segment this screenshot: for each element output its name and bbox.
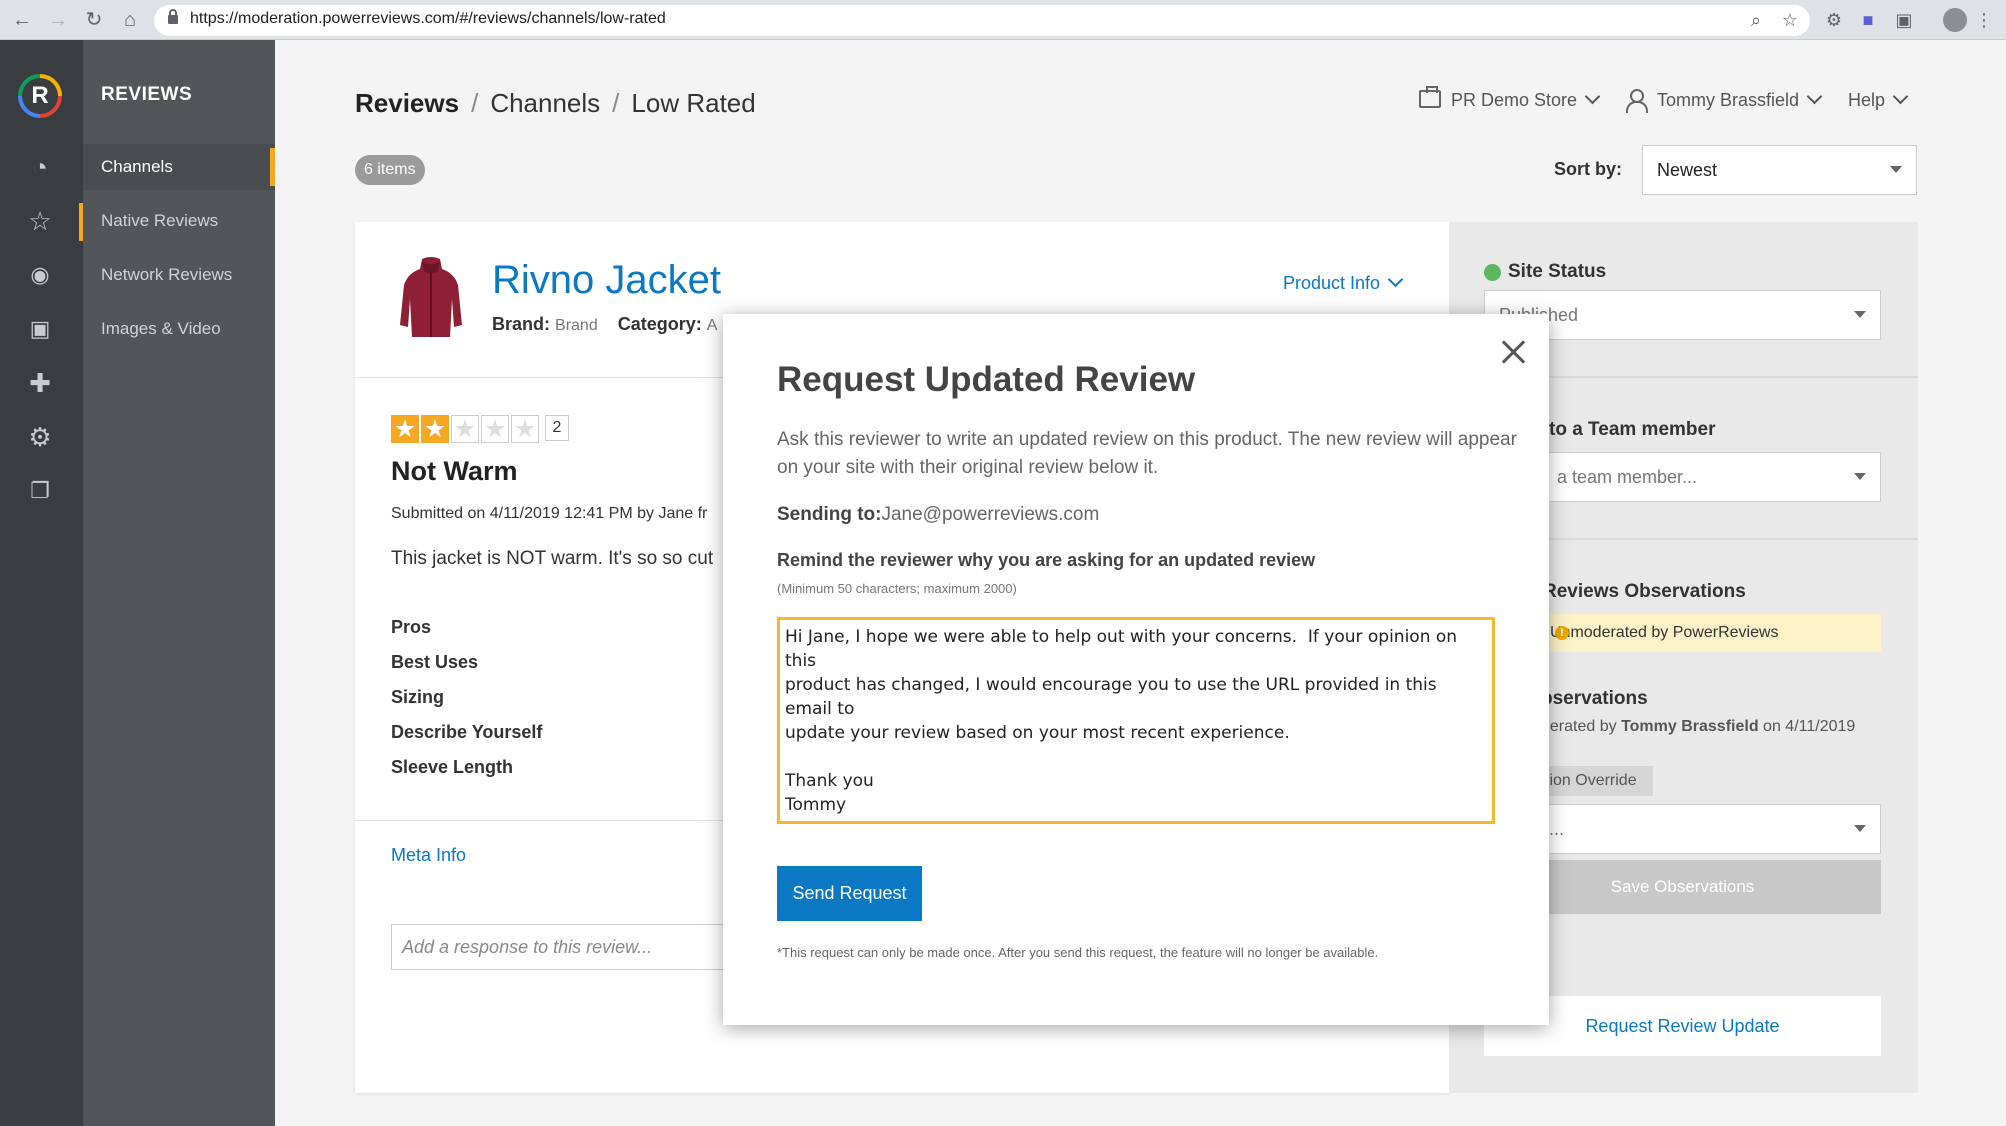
url-text: https://moderation.powerreviews.com/#/re… (190, 10, 666, 27)
product-thumbnail (400, 257, 462, 337)
caret-down-icon (1854, 473, 1866, 480)
star-icon[interactable]: ☆ (22, 203, 58, 239)
assign-label: to a Team member (1549, 419, 1716, 440)
home-icon[interactable]: ⌂ (118, 8, 142, 32)
chevron-down-icon (1892, 88, 1909, 105)
store-icon (1419, 86, 1441, 108)
attribute-label: Sleeve Length (391, 757, 514, 777)
sort-label: Sort by: (1554, 159, 1623, 179)
message-textarea[interactable]: Hi Jane, I hope we were able to help out… (777, 617, 1495, 824)
caret-down-icon (1890, 166, 1902, 173)
star-icon (421, 415, 449, 443)
settings-icon[interactable]: ⚙ (22, 419, 58, 455)
message-hint: (Minimum 50 characters; maximum 2000) (777, 581, 1017, 596)
star-icon (481, 415, 509, 443)
extension-icon[interactable]: ⚙ (1822, 8, 1846, 32)
reports-icon[interactable]: ❐ (22, 473, 58, 509)
star-icon (391, 415, 419, 443)
star-icon (511, 415, 539, 443)
profile-avatar[interactable] (1943, 8, 1967, 32)
puzzle-icon[interactable]: ✚ (22, 365, 58, 401)
camera-icon[interactable]: ▣ (22, 311, 58, 347)
bookmark-star-icon[interactable]: ☆ (1778, 8, 1802, 32)
reviews-observations-label: Reviews Observations (1543, 581, 1746, 602)
sidebar-item-network-reviews[interactable]: Network Reviews (83, 252, 275, 298)
send-request-button[interactable]: Send Request (777, 866, 922, 921)
star-rating: 2 (391, 415, 569, 443)
extension-icon[interactable]: ■ (1856, 8, 1880, 32)
sending-to: Sending to:Jane@powerreviews.com (777, 504, 1100, 525)
review-submitted: Submitted on 4/11/2019 12:41 PM by Jane … (391, 505, 708, 522)
modal-description: Ask this reviewer to write an updated re… (777, 429, 1517, 478)
caret-down-icon (1854, 311, 1866, 318)
sidebar-item-images-video[interactable]: Images & Video (83, 306, 275, 352)
zoom-icon[interactable]: ⌕ (1744, 8, 1768, 32)
lock-icon (168, 9, 178, 24)
rating-value: 2 (545, 415, 569, 441)
attribute-label: Sizing (391, 687, 444, 707)
sidebar-item-native-reviews[interactable]: Native Reviews (83, 198, 275, 244)
user-icon (1625, 89, 1648, 113)
message-label: Remind the reviewer why you are asking f… (777, 550, 1316, 570)
user-dropdown[interactable]: Tommy Brassfield (1657, 88, 1823, 111)
chevron-down-icon (1387, 271, 1404, 288)
modal-footnote: *This request can only be made once. Aft… (777, 945, 1379, 960)
back-icon[interactable]: ← (10, 8, 34, 32)
observations-meta: derated by Tommy Brassfield on 4/11/2019 (1541, 718, 1856, 735)
site-status-label: Site Status (1508, 261, 1607, 282)
breadcrumb-low-rated: Low Rated (631, 88, 756, 118)
breadcrumb: Reviews / Channels / Low Rated (355, 88, 756, 118)
items-count-badge: 6 items (355, 155, 425, 185)
attribute-label: Describe Yourself (391, 722, 543, 742)
review-title: Not Warm (391, 456, 518, 486)
product-meta: Brand: Brand Category: A (492, 314, 718, 334)
analytics-pie-icon[interactable]: ◔ (22, 149, 58, 185)
caret-down-icon (1854, 825, 1866, 832)
reload-icon[interactable]: ↻ (82, 8, 106, 32)
close-icon[interactable] (1497, 336, 1529, 368)
sidebar-item-channels[interactable]: Channels (83, 144, 275, 190)
status-dot (1484, 264, 1501, 281)
chevron-down-icon (1584, 88, 1601, 105)
browser-toolbar: ← → ↻ ⌂ https://moderation.powerreviews.… (0, 0, 2006, 40)
observations-label: bservations (1541, 688, 1648, 709)
attribute-label: Pros (391, 617, 432, 637)
modal-title: Request Updated Review (777, 360, 1196, 399)
powerreviews-logo[interactable]: R (18, 74, 62, 118)
questions-icon[interactable]: ◉ (22, 257, 58, 293)
product-info-toggle[interactable]: Product Info (1283, 271, 1404, 294)
review-body: This jacket is NOT warm. It's so so cut (391, 548, 714, 569)
response-input[interactable]: Add a response to this review... (391, 924, 731, 970)
section-title: REVIEWS (101, 84, 193, 105)
help-dropdown[interactable]: Help (1848, 88, 1909, 111)
breadcrumb-reviews[interactable]: Reviews (355, 88, 459, 118)
product-title[interactable]: Rivno Jacket (492, 258, 721, 303)
sort-select[interactable]: Newest (1642, 145, 1917, 195)
attribute-label: Best Uses (391, 652, 479, 672)
menu-dots-icon[interactable]: ⋮ (1972, 8, 1996, 32)
address-bar[interactable]: https://moderation.powerreviews.com/#/re… (154, 5, 1810, 36)
extension-icon[interactable]: ▣ (1892, 8, 1916, 32)
store-dropdown[interactable]: PR Demo Store (1451, 88, 1601, 111)
breadcrumb-channels[interactable]: Channels (490, 88, 600, 118)
chevron-down-icon (1806, 88, 1823, 105)
star-icon (451, 415, 479, 443)
forward-icon[interactable]: → (46, 8, 70, 32)
warning-icon: ! (1555, 626, 1569, 640)
override-chip: tion Override (1543, 766, 1653, 796)
meta-info-link[interactable]: Meta Info (391, 845, 466, 866)
